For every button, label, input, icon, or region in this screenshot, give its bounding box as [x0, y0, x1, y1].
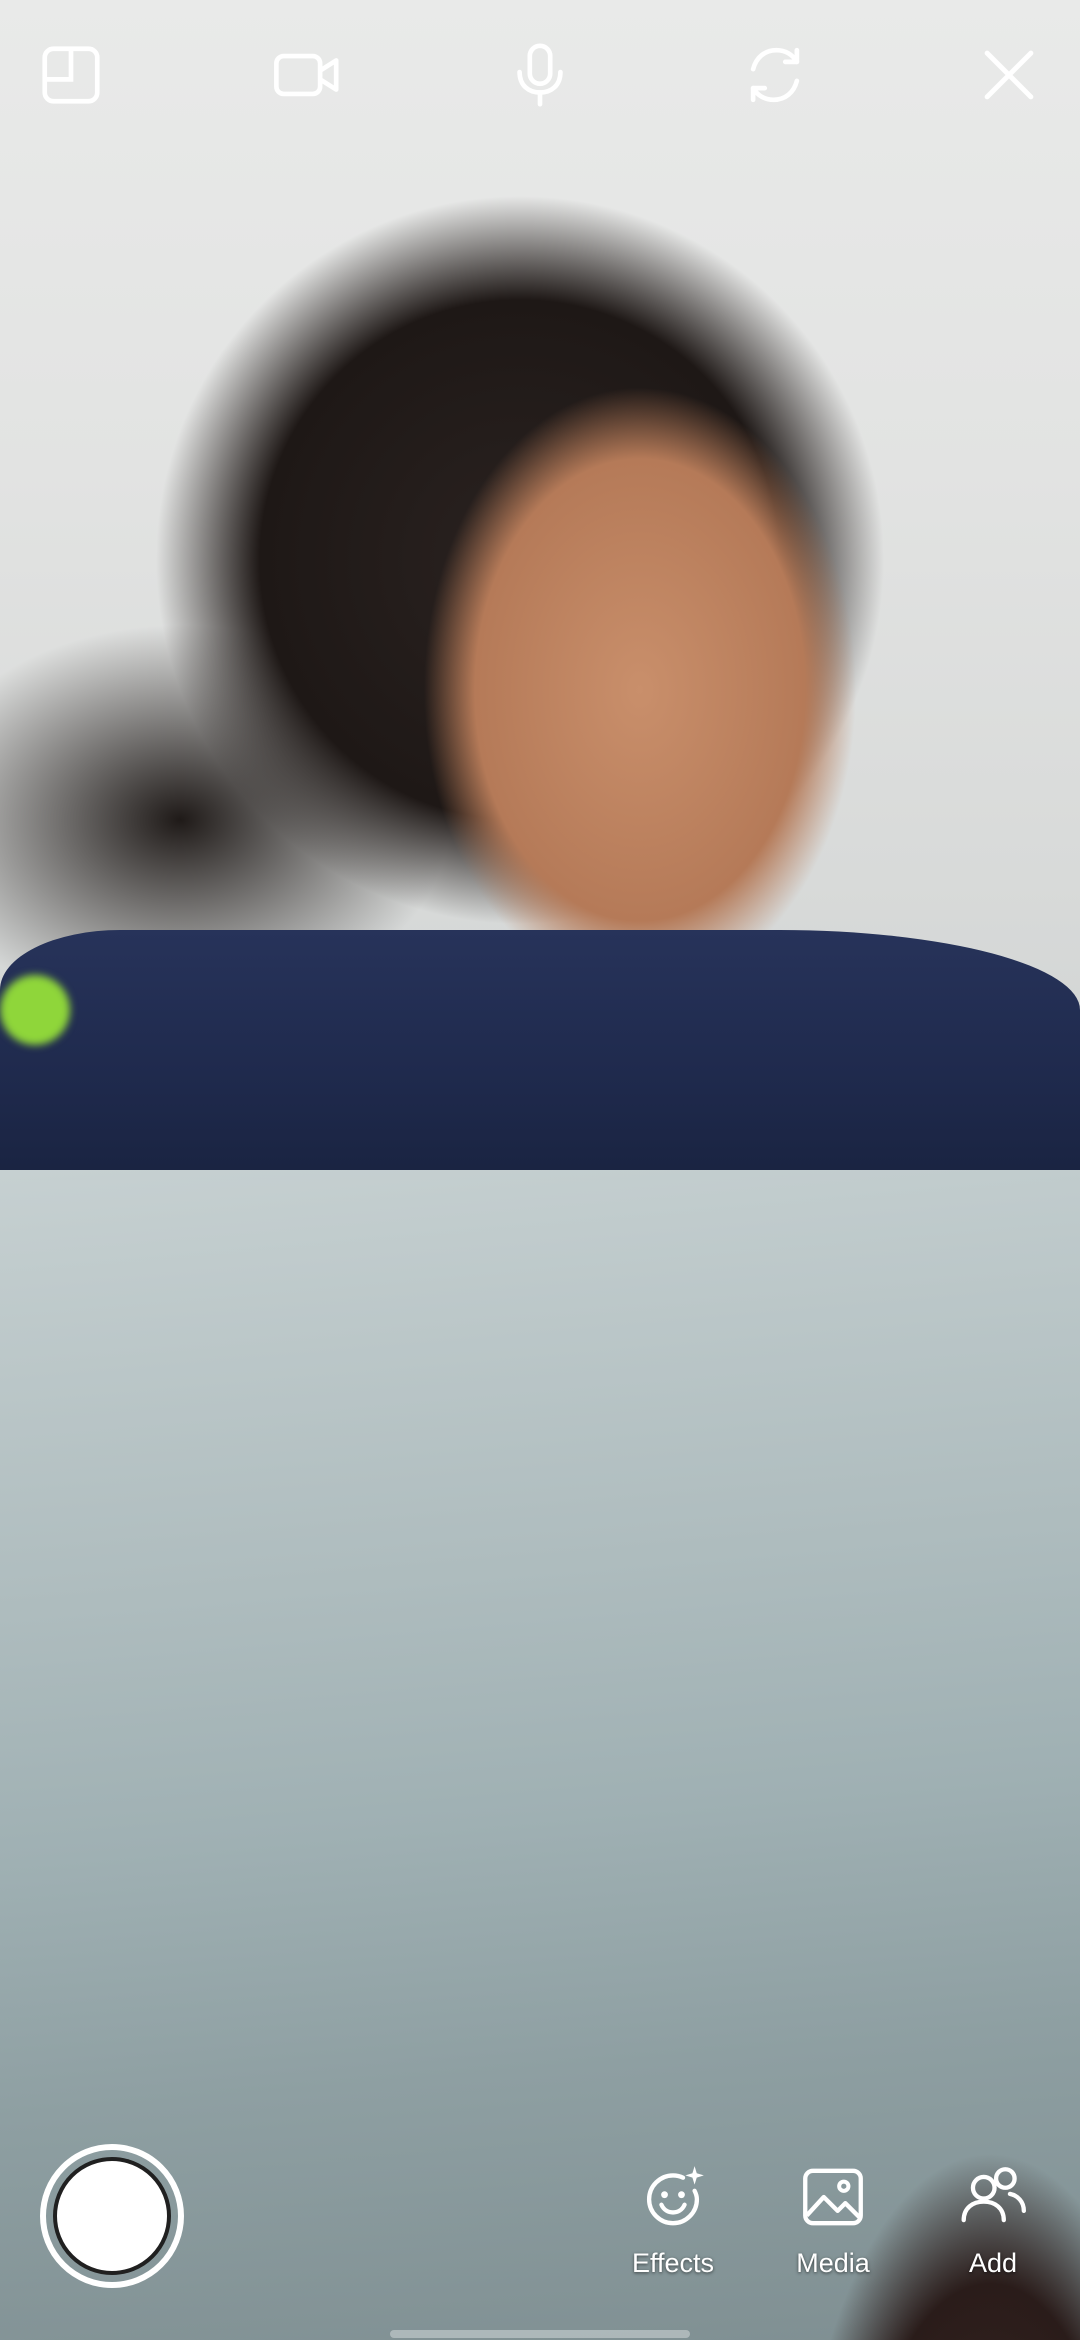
- capture-button[interactable]: [40, 2144, 184, 2288]
- microphone-icon: [517, 43, 563, 107]
- flip-camera-button[interactable]: [730, 30, 820, 120]
- close-icon: [984, 50, 1034, 100]
- remote-video-blanket: [0, 930, 1080, 1170]
- remote-video-tile[interactable]: [0, 0, 1080, 1170]
- add-label: Add: [968, 2248, 1018, 2278]
- end-call-button[interactable]: [964, 30, 1054, 120]
- home-indicator[interactable]: [390, 2330, 690, 2338]
- media-label: Media: [796, 2248, 870, 2278]
- add-people-icon: [961, 2167, 1026, 2223]
- flip-camera-icon: [750, 47, 800, 103]
- microphone-toggle-button[interactable]: [495, 30, 585, 120]
- capture-button-inner: [53, 2157, 171, 2275]
- layout-icon: [42, 46, 100, 104]
- video-toggle-button[interactable]: [262, 30, 352, 120]
- effects-icon: [646, 2166, 704, 2226]
- video-call-screen: Effects Media Add: [0, 0, 1080, 2340]
- add-people-button[interactable]: Add: [928, 2160, 1058, 2279]
- media-button[interactable]: Media: [768, 2160, 898, 2279]
- video-camera-icon: [274, 53, 339, 97]
- remote-video-pillow: [0, 975, 70, 1045]
- image-icon: [803, 2168, 863, 2226]
- effects-button[interactable]: Effects: [608, 2160, 738, 2279]
- effects-label: Effects: [631, 2248, 715, 2278]
- top-control-bar: [0, 30, 1080, 140]
- layout-button[interactable]: [26, 30, 116, 120]
